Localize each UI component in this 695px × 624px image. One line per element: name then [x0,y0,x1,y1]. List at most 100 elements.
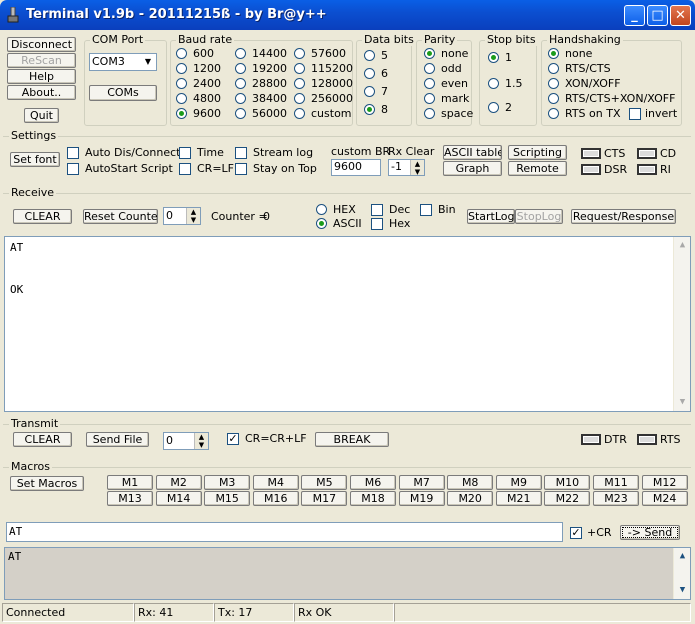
maximize-button[interactable]: □ [647,5,668,26]
stream-log-checkbox[interactable] [235,147,247,159]
baud-radio-custom[interactable] [294,108,305,119]
handshaking-radio-none[interactable] [548,48,559,59]
databits-radio-7[interactable] [364,86,375,97]
spin-down-icon[interactable]: ▼ [195,441,208,449]
rts-led[interactable] [637,434,657,445]
bin-checkbox[interactable] [420,204,432,216]
receive-scrollbar[interactable]: ▲ ▼ [673,237,690,411]
spin-down-icon[interactable]: ▼ [187,216,200,224]
ascii-radio[interactable] [316,218,327,229]
baud-radio-28800[interactable] [235,78,246,89]
baud-radio-600[interactable] [176,48,187,59]
baud-radio-57600[interactable] [294,48,305,59]
auto-dis-connect-checkbox[interactable] [67,147,79,159]
baud-radio-115200[interactable] [294,63,305,74]
transmit-clear-button[interactable]: CLEAR [13,432,72,447]
baud-radio-4800[interactable] [176,93,187,104]
databits-radio-8[interactable] [364,104,375,115]
parity-radio-mark[interactable] [424,93,435,104]
baud-radio-256000[interactable] [294,93,305,104]
transmit-log-scrollbar[interactable]: ▲ ▼ [673,548,690,599]
handshaking-radio-rts-cts[interactable] [548,63,559,74]
rx-clear-spinner[interactable]: ▲ ▼ [410,160,424,175]
macro-button-m10[interactable]: M10 [544,475,591,490]
receive-output[interactable]: AT OK ▲ ▼ [4,236,691,412]
baud-radio-9600[interactable] [176,108,187,119]
macro-button-m18[interactable]: M18 [350,491,396,506]
request-response-button[interactable]: Request/Response [571,209,676,224]
spin-up-icon[interactable]: ▲ [195,433,208,441]
hex-checkbox[interactable] [371,218,383,230]
ascii-table-button[interactable]: ASCII table [443,145,502,160]
macro-button-m16[interactable]: M16 [252,491,299,506]
remote-button[interactable]: Remote [508,161,567,176]
macro-button-m23[interactable]: M23 [593,491,639,506]
send-input[interactable]: AT [6,522,563,542]
about-button[interactable]: About.. [7,85,76,100]
transmit-spinner[interactable]: ▲ ▼ [194,433,208,449]
minimize-button[interactable]: _ [624,5,645,26]
hex-radio[interactable] [316,204,327,215]
close-button[interactable]: ✕ [670,5,691,26]
scripting-button[interactable]: Scripting [508,145,567,160]
macro-button-m17[interactable]: M17 [301,491,348,506]
plus-cr-checkbox[interactable]: ✓ [570,527,582,539]
chevron-down-icon[interactable]: ▼ [141,55,155,69]
handshaking-radio-xon-xoff[interactable] [548,78,559,89]
help-button[interactable]: Help [7,69,76,84]
handshaking-radio-rts-on-tx[interactable] [548,108,559,119]
stopbits-radio-1-5[interactable] [488,78,499,89]
send-button[interactable]: -> Send [620,525,680,540]
quit-button[interactable]: Quit [24,108,59,123]
break-button[interactable]: BREAK [315,432,389,447]
macro-button-m12[interactable]: M12 [641,475,688,490]
stopbits-radio-2[interactable] [488,102,499,113]
coms-button[interactable]: COMs [89,85,157,101]
baud-radio-1200[interactable] [176,63,187,74]
macro-button-m2[interactable]: M2 [155,475,202,490]
parity-radio-even[interactable] [424,78,435,89]
autostart-script-checkbox[interactable] [67,163,79,175]
receive-clear-button[interactable]: CLEAR [13,209,72,224]
send-file-button[interactable]: Send File [86,432,149,447]
macro-button-m6[interactable]: M6 [350,475,396,490]
spin-up-icon[interactable]: ▲ [187,208,200,216]
macro-button-m22[interactable]: M22 [544,491,591,506]
macro-button-m20[interactable]: M20 [447,491,494,506]
macro-button-m1[interactable]: M1 [107,475,153,490]
stay-on-top-checkbox[interactable] [235,163,247,175]
baud-radio-2400[interactable] [176,78,187,89]
baud-radio-128000[interactable] [294,78,305,89]
baud-radio-19200[interactable] [235,63,246,74]
startlog-button[interactable]: StartLog [467,209,515,224]
parity-radio-odd[interactable] [424,63,435,74]
invert-checkbox[interactable] [629,108,641,120]
custom-br-input[interactable]: 9600 [331,159,381,176]
macro-button-m14[interactable]: M14 [155,491,202,506]
set-macros-button[interactable]: Set Macros [10,476,84,491]
macro-button-m15[interactable]: M15 [204,491,251,506]
macro-button-m13[interactable]: M13 [107,491,153,506]
set-font-button[interactable]: Set font [10,152,60,167]
databits-radio-6[interactable] [364,68,375,79]
title-bar[interactable]: Terminal v1.9b - 20111215ß - by Br@y++ _… [0,0,695,30]
databits-radio-5[interactable] [364,50,375,61]
macro-button-m21[interactable]: M21 [495,491,542,506]
stoplog-button[interactable]: StopLog [515,209,563,224]
parity-radio-space[interactable] [424,108,435,119]
macro-button-m7[interactable]: M7 [398,475,445,490]
handshaking-radio-rts-cts-xon-xoff[interactable] [548,93,559,104]
scroll-up-icon[interactable]: ▲ [675,238,690,253]
cr-crlf-checkbox[interactable]: ✓ [227,433,239,445]
time-checkbox[interactable] [179,147,191,159]
macro-button-m3[interactable]: M3 [204,475,251,490]
cr-lf-checkbox[interactable] [179,163,191,175]
counter-spinner[interactable]: ▲ ▼ [186,208,200,224]
macro-button-m11[interactable]: M11 [593,475,639,490]
macro-button-m24[interactable]: M24 [641,491,688,506]
spin-down-icon[interactable]: ▼ [411,168,424,176]
spin-up-icon[interactable]: ▲ [411,160,424,168]
dec-checkbox[interactable] [371,204,383,216]
transmit-log[interactable]: AT ▲ ▼ [4,547,691,600]
macro-button-m4[interactable]: M4 [252,475,299,490]
